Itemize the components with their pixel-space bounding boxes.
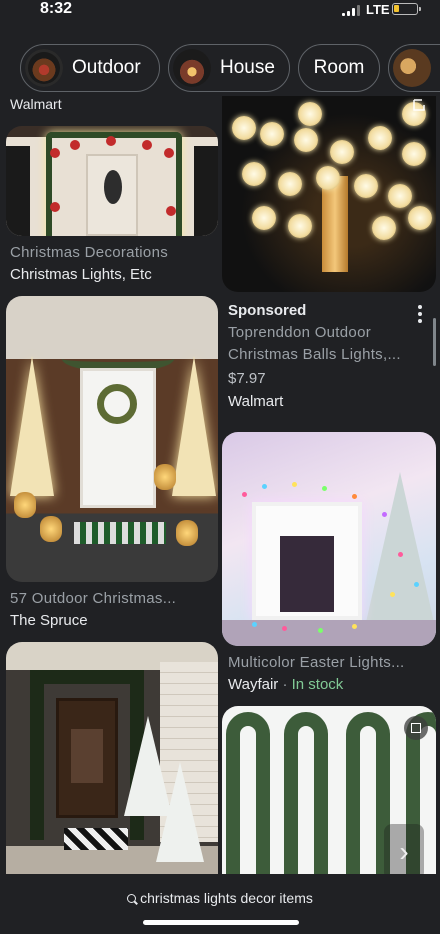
stock-status: In stock xyxy=(291,676,344,693)
chip-room-label: Room xyxy=(313,57,365,78)
partial-result-source: Walmart xyxy=(10,96,62,112)
next-arrow-icon[interactable]: › xyxy=(384,824,424,874)
result-title[interactable]: Multicolor Easter Lights... xyxy=(228,654,428,671)
network-type: LTE xyxy=(366,2,390,17)
chip-house-label: House xyxy=(220,57,275,78)
more-options-icon[interactable] xyxy=(418,305,422,323)
search-query-text: christmas lights decor items xyxy=(140,890,313,906)
result-title[interactable]: 57 Outdoor Christmas... xyxy=(10,590,210,607)
chip-more-thumbnail xyxy=(393,49,431,87)
status-time: 8:32 xyxy=(40,0,73,17)
result-source: The Spruce xyxy=(10,612,88,629)
search-icon xyxy=(127,894,137,903)
chip-outdoor-thumbnail xyxy=(25,49,63,87)
result-image[interactable]: › xyxy=(222,706,436,874)
result-subtitle: Christmas Lights, Etc xyxy=(10,266,152,283)
result-image[interactable] xyxy=(222,96,436,292)
chip-more[interactable]: E xyxy=(388,44,440,92)
result-source: Walmart xyxy=(228,393,284,410)
chip-outdoor[interactable]: Outdoor xyxy=(20,44,160,92)
filter-chips: Outdoor House Room E xyxy=(0,44,440,92)
open-in-new-icon[interactable] xyxy=(412,98,430,112)
sponsored-label: Sponsored xyxy=(228,302,307,319)
home-indicator[interactable] xyxy=(143,920,299,925)
result-title[interactable]: Christmas Decorations xyxy=(10,244,168,261)
scrollbar[interactable] xyxy=(433,318,436,366)
chip-house[interactable]: House xyxy=(168,44,290,92)
battery-icon xyxy=(392,3,421,15)
result-image[interactable] xyxy=(6,126,218,236)
result-image[interactable] xyxy=(6,296,218,582)
open-in-new-icon[interactable] xyxy=(404,716,428,740)
chip-room[interactable]: Room xyxy=(298,44,380,92)
status-bar: 8:32 LTE xyxy=(0,0,440,26)
result-image[interactable] xyxy=(222,432,436,646)
signal-icon xyxy=(342,5,360,16)
result-image[interactable] xyxy=(6,642,218,874)
result-source-line: Wayfair · In stock xyxy=(228,676,343,693)
result-title-line1[interactable]: Toprenddon Outdoor xyxy=(228,324,371,341)
bottom-search-bar[interactable]: christmas lights decor items xyxy=(0,874,440,934)
chip-outdoor-label: Outdoor xyxy=(72,57,141,78)
result-price: $7.97 xyxy=(228,370,266,387)
separator-dot: · xyxy=(282,676,288,693)
chip-house-thumbnail xyxy=(173,49,211,87)
result-source: Wayfair xyxy=(228,676,279,693)
search-query[interactable]: christmas lights decor items xyxy=(0,890,440,906)
result-title-line2[interactable]: Christmas Balls Lights,... xyxy=(228,346,424,363)
